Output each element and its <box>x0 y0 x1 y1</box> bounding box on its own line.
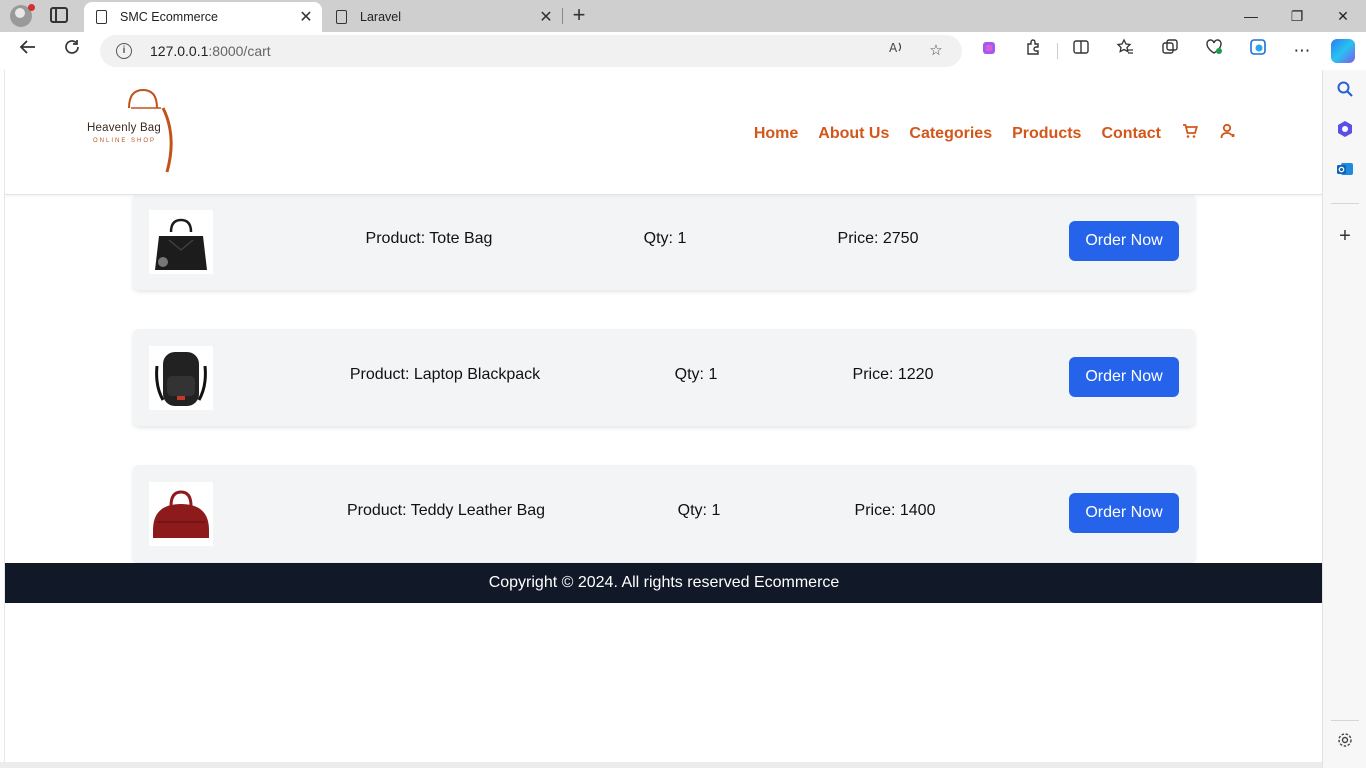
more-menu-icon[interactable]: ⋯ <box>1289 38 1315 64</box>
product-name: Product: Teddy Leather Bag <box>346 502 546 519</box>
order-now-button[interactable]: Order Now <box>1069 357 1179 397</box>
copilot-icon[interactable] <box>1331 39 1355 63</box>
product-qty: Qty: 1 <box>677 502 721 519</box>
toolbar-separator <box>1057 43 1058 59</box>
cart-item: Product: Tote Bag Qty: 1 Price: 2750 Ord… <box>133 193 1195 290</box>
address-bar[interactable]: i 127.0.0.1:8000/cart A ☆ <box>100 35 962 67</box>
page-icon <box>336 10 347 24</box>
favorite-star-icon[interactable]: ☆ <box>924 39 948 63</box>
tote-bag-icon <box>155 218 207 270</box>
product-price: Price: 1220 <box>852 366 934 383</box>
collections-icon[interactable] <box>1157 38 1183 64</box>
browser-toolbar: i 127.0.0.1:8000/cart A ☆ ⋯ <box>0 32 1366 70</box>
tab-separator <box>562 8 563 24</box>
site-info-icon[interactable]: i <box>116 43 132 59</box>
product-image <box>149 482 213 546</box>
minimize-button[interactable]: — <box>1228 4 1274 28</box>
nav-home[interactable]: Home <box>754 125 798 143</box>
nav-products[interactable]: Products <box>1012 125 1081 143</box>
product-price: Price: 2750 <box>837 230 919 247</box>
order-now-button[interactable]: Order Now <box>1069 221 1179 261</box>
main-nav: Home About Us Categories Products Contac… <box>734 123 1237 144</box>
url-text[interactable]: 127.0.0.1:8000/cart <box>150 43 271 59</box>
cart-item: Product: Laptop Blackpack Qty: 1 Price: … <box>133 329 1195 426</box>
product-name: Product: Laptop Blackpack <box>349 366 541 383</box>
search-icon[interactable] <box>1333 80 1357 104</box>
copilot-sidebar-icon[interactable] <box>1333 120 1357 144</box>
product-price: Price: 1400 <box>854 502 936 519</box>
tab-actions-icon[interactable] <box>50 7 68 23</box>
product-qty: Qty: 1 <box>674 366 718 383</box>
cart-icon[interactable] <box>1181 123 1199 144</box>
page-viewport: Heavenly Bag ONLINE SHOP Home About Us C… <box>4 70 1322 762</box>
outlook-icon[interactable] <box>1333 160 1357 184</box>
sidebar-separator <box>1331 720 1359 721</box>
logo-tagline: ONLINE SHOP <box>93 138 157 144</box>
edge-bar-icon[interactable] <box>1245 38 1271 64</box>
refresh-icon[interactable] <box>59 38 85 64</box>
split-screen-icon[interactable] <box>1068 38 1094 64</box>
site-footer: Copyright © 2024. All rights reserved Ec… <box>5 563 1322 603</box>
tab-title: Laravel <box>360 10 401 24</box>
page-icon <box>96 10 107 24</box>
browser-essentials-icon[interactable] <box>1201 38 1227 64</box>
leather-bag-icon <box>153 490 209 538</box>
nav-about-us[interactable]: About Us <box>818 125 889 143</box>
nav-contact[interactable]: Contact <box>1101 125 1161 143</box>
site-header: Heavenly Bag ONLINE SHOP Home About Us C… <box>5 70 1322 195</box>
site-logo[interactable]: Heavenly Bag ONLINE SHOP <box>79 86 189 178</box>
cart-item: Product: Teddy Leather Bag Qty: 1 Price:… <box>133 465 1195 562</box>
favorites-icon[interactable] <box>1112 38 1138 64</box>
product-image <box>149 210 213 274</box>
backpack-icon <box>155 352 207 406</box>
product-name: Product: Tote Bag <box>365 230 493 247</box>
product-image <box>149 346 213 410</box>
product-qty: Qty: 1 <box>643 230 687 247</box>
nav-categories[interactable]: Categories <box>909 125 992 143</box>
sidebar-settings-icon[interactable] <box>1333 732 1357 756</box>
new-tab-button[interactable]: + <box>568 4 590 26</box>
read-aloud-icon[interactable]: A <box>884 39 908 63</box>
browser-tab-strip: SMC Ecommerce ✕ Laravel ✕ + — ❐ ✕ <box>0 0 1366 32</box>
tab-title: SMC Ecommerce <box>120 10 218 24</box>
user-icon[interactable] <box>1219 123 1237 144</box>
tab-laravel[interactable]: Laravel ✕ <box>324 2 562 32</box>
notification-dot <box>28 4 35 11</box>
extensions-icon[interactable] <box>1020 38 1046 64</box>
close-tab-icon[interactable]: ✕ <box>296 7 316 27</box>
sidebar-separator <box>1331 203 1359 204</box>
tab-smc-ecommerce[interactable]: SMC Ecommerce ✕ <box>84 2 322 32</box>
copilot-extension-icon[interactable] <box>976 38 1002 64</box>
url-host: 127.0.0.1 <box>150 43 209 59</box>
close-tab-icon[interactable]: ✕ <box>536 7 556 27</box>
close-window-button[interactable]: ✕ <box>1320 4 1366 28</box>
add-sidebar-app-icon[interactable]: + <box>1333 224 1357 248</box>
window-bottom-edge <box>0 762 1322 768</box>
logo-brand: Heavenly Bag <box>87 122 161 134</box>
browser-side-panel: + <box>1322 70 1366 768</box>
restore-button[interactable]: ❐ <box>1274 4 1320 28</box>
url-path: :8000/cart <box>208 43 271 59</box>
back-icon[interactable] <box>15 38 41 64</box>
svg-text:A: A <box>889 41 898 55</box>
order-now-button[interactable]: Order Now <box>1069 493 1179 533</box>
